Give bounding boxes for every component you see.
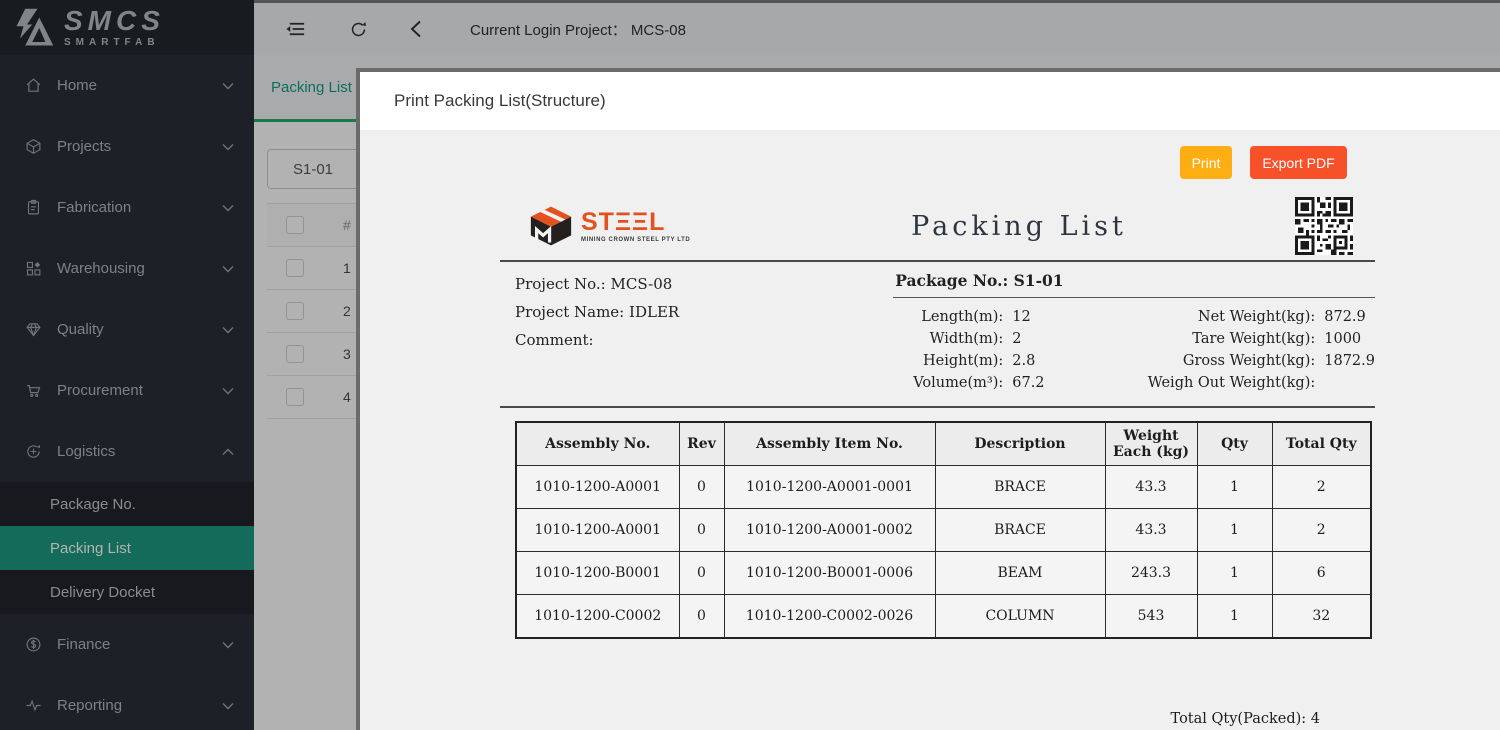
modal-body: Print Export PDF STΞΞL MINING CROWN STEE…: [360, 130, 1500, 730]
project-name-value: IDLER: [629, 303, 680, 321]
cell: 1: [1196, 594, 1273, 639]
modal-actions: Print Export PDF: [360, 130, 1500, 179]
cell: BEAM: [934, 551, 1106, 595]
company-logo-subtext: MINING CROWN STEEL PTY LTD: [581, 236, 691, 243]
table-row: 1010-1200-A0001 0 1010-1200-A0001-0001 B…: [515, 465, 1372, 509]
project-info: Project No.: MCS-08 Project Name: IDLER …: [500, 270, 893, 394]
cell: 1010-1200-A0001-0002: [723, 508, 936, 552]
total-qty-packed: Total Qty(Packed): 4: [500, 711, 1375, 727]
total-qty-label: Total Qty(Packed):: [1170, 711, 1307, 727]
document-title: Packing List: [911, 210, 1127, 242]
cell: 1010-1200-B0001: [515, 551, 680, 595]
modal-title: Print Packing List(Structure): [394, 91, 606, 110]
cell: 1: [1196, 551, 1273, 595]
length-label: Length(m):: [921, 309, 1004, 325]
cell: 0: [678, 551, 725, 595]
qr-code: [1295, 197, 1353, 255]
col-assembly-no: Assembly No.: [515, 421, 680, 466]
gross-weight-label: Gross Weight(kg):: [1182, 353, 1316, 369]
cell: 543: [1104, 594, 1198, 639]
cell: 1010-1200-A0001-0001: [723, 465, 936, 509]
project-name-label: Project Name:: [515, 303, 625, 321]
cell: BRACE: [934, 465, 1106, 509]
volume-value: 67.2: [1012, 375, 1045, 391]
comment-label: Comment:: [515, 331, 594, 349]
net-weight-label: Net Weight(kg):: [1197, 309, 1316, 325]
tare-weight-value: 1000: [1324, 331, 1362, 347]
cell: 0: [678, 508, 725, 552]
length-value: 12: [1012, 309, 1031, 325]
cell: 1010-1200-C0002: [515, 594, 680, 639]
width-label: Width(m):: [929, 331, 1004, 347]
company-logo-text: STΞΞL: [581, 207, 666, 236]
project-no-label: Project No.:: [515, 275, 606, 293]
steel-cube-icon: [530, 206, 572, 246]
print-packing-list-modal: Print Packing List(Structure) Print Expo…: [356, 68, 1500, 730]
height-label: Height(m):: [922, 353, 1004, 369]
package-no-value: S1-01: [1013, 271, 1064, 290]
cell: BRACE: [934, 508, 1106, 552]
volume-label: Volume(m³):: [913, 375, 1004, 391]
table-row: 1010-1200-A0001 0 1010-1200-A0001-0002 B…: [515, 508, 1372, 552]
cell: COLUMN: [934, 594, 1106, 639]
col-weight-each: Weight Each (kg): [1104, 421, 1198, 466]
table-row: 1010-1200-C0002 0 1010-1200-C0002-0026 C…: [515, 594, 1372, 639]
cell: 1: [1196, 465, 1273, 509]
cell: 1010-1200-C0002-0026: [723, 594, 936, 639]
tare-weight-label: Tare Weight(kg):: [1192, 331, 1316, 347]
cell: 1: [1196, 508, 1273, 552]
weigh-out-weight-label: Weigh Out Weight(kg):: [1147, 375, 1316, 391]
cell: 0: [678, 465, 725, 509]
total-qty-value: 4: [1310, 711, 1320, 727]
col-rev: Rev: [678, 421, 725, 466]
cell: 2: [1271, 465, 1372, 509]
document-header: STΞΞL MINING CROWN STEEL PTY LTD Packing…: [500, 195, 1375, 262]
cell: 6: [1271, 551, 1372, 595]
app-screen: SMCS SMARTFAB Home Projects Fabrication …: [0, 0, 1500, 730]
table-header-row: Assembly No. Rev Assembly Item No. Descr…: [515, 421, 1372, 466]
packing-list-document: STΞΞL MINING CROWN STEEL PTY LTD Packing…: [500, 195, 1375, 727]
width-value: 2: [1012, 331, 1022, 347]
col-assembly-item-no: Assembly Item No.: [723, 421, 936, 466]
height-value: 2.8: [1012, 353, 1036, 369]
package-weights: Net Weight(kg): 872.9 Tare Weight(kg): 100…: [1085, 306, 1375, 394]
cell: 243.3: [1104, 551, 1198, 595]
print-button[interactable]: Print: [1180, 146, 1232, 179]
export-pdf-button[interactable]: Export PDF: [1250, 146, 1347, 179]
cell: 2: [1271, 508, 1372, 552]
cell: 1010-1200-A0001: [515, 508, 680, 552]
net-weight-value: 872.9: [1324, 309, 1366, 325]
cell: 1010-1200-A0001: [515, 465, 680, 509]
gross-weight-value: 1872.9: [1324, 353, 1375, 369]
cell: 32: [1271, 594, 1372, 639]
cell: 0: [678, 594, 725, 639]
packing-list-table: Assembly No. Rev Assembly Item No. Descr…: [515, 421, 1372, 639]
cell: 43.3: [1104, 465, 1198, 509]
col-total-qty: Total Qty: [1271, 421, 1372, 466]
project-no-value: MCS-08: [610, 275, 673, 293]
package-dimensions: Length(m): 12 Width(m): 2 Height(m): 2.8 Vo…: [893, 306, 1085, 394]
table-row: 1010-1200-B0001 0 1010-1200-B0001-0006 B…: [515, 551, 1372, 595]
modal-header: Print Packing List(Structure): [360, 72, 1500, 130]
document-info: Project No.: MCS-08 Project Name: IDLER …: [500, 262, 1375, 408]
company-logo: STΞΞL MINING CROWN STEEL PTY LTD: [500, 204, 743, 248]
cell: 1010-1200-B0001-0006: [723, 551, 936, 595]
package-info: Package No.: S1-01 Length(m): 12 Width(m)…: [893, 270, 1375, 394]
col-qty: Qty: [1196, 421, 1273, 466]
col-description: Description: [934, 421, 1106, 466]
package-no-label: Package No.:: [895, 271, 1009, 290]
cell: 43.3: [1104, 508, 1198, 552]
